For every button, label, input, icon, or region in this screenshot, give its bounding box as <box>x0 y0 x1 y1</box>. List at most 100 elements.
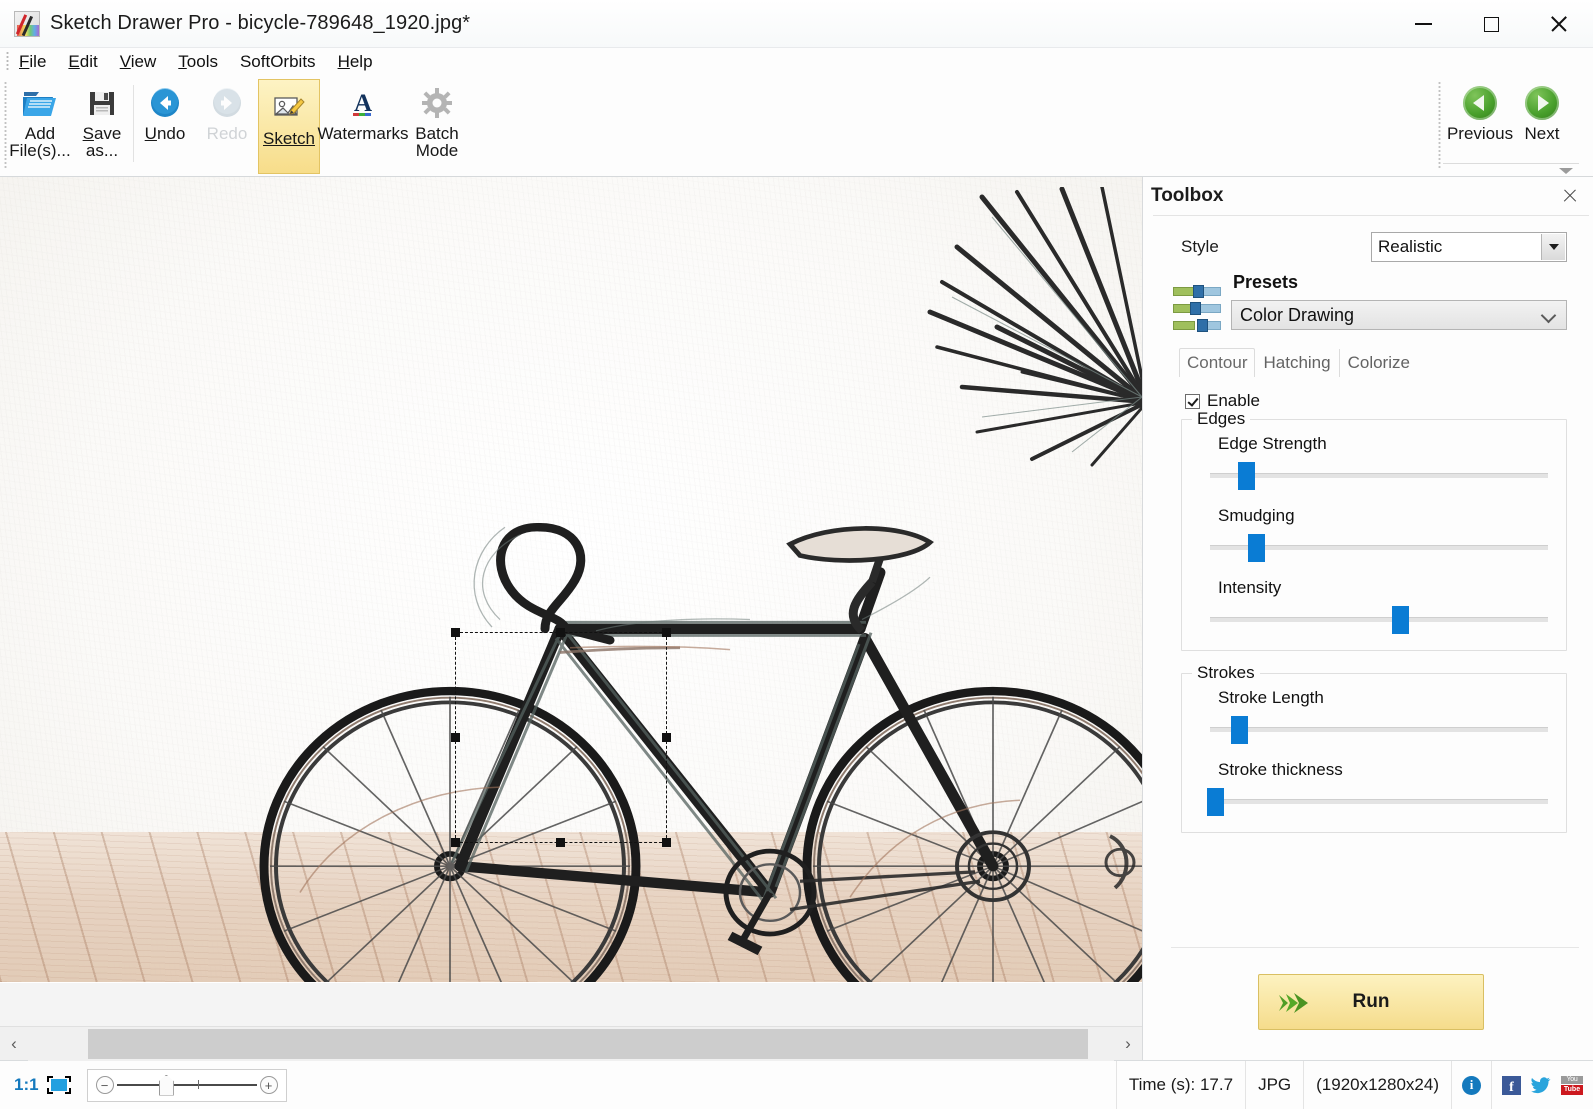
edge-strength-thumb[interactable] <box>1237 462 1255 490</box>
tab-colorize[interactable]: Colorize <box>1340 349 1418 377</box>
redo-label: Redo <box>206 124 248 143</box>
toolbar: Add File(s)... Save as... Undo Redo Sket… <box>0 75 1593 177</box>
status-info-cell: i <box>1452 1060 1492 1109</box>
canvas-area: ‹ › <box>0 177 1143 1061</box>
canvas-bottom-pad <box>0 982 1142 1026</box>
circle-arrow-left-icon <box>1463 85 1497 121</box>
presets-chevron-down-icon[interactable] <box>1540 307 1557 324</box>
info-icon[interactable]: i <box>1462 1075 1481 1095</box>
gear-icon <box>421 85 453 121</box>
zoom-slider-track[interactable] <box>116 1080 257 1090</box>
scrollbar-thumb[interactable] <box>88 1028 1088 1059</box>
chevron-down-icon[interactable] <box>1541 234 1565 260</box>
edge-strength-label: Edge Strength <box>1218 434 1327 453</box>
watermarks-button[interactable]: A Watermarks <box>317 75 409 176</box>
presets-row: Presets Color Drawing <box>1153 262 1589 336</box>
intensity-label: Intensity <box>1218 578 1282 597</box>
window-title: Sketch Drawer Pro - bicycle-789648_1920.… <box>50 12 471 34</box>
green-double-arrow-icon <box>1279 993 1308 1013</box>
floppy-disk-icon <box>87 85 117 121</box>
scroll-right-arrow-icon[interactable]: › <box>1114 1027 1142 1061</box>
enable-checkbox[interactable] <box>1185 393 1200 409</box>
run-button-label: Run <box>1352 991 1390 1012</box>
previous-label: Previous <box>1446 124 1514 143</box>
scrollbar-track[interactable] <box>28 1026 1114 1061</box>
presets-label: Presets <box>1233 272 1299 292</box>
intensity-thumb[interactable] <box>1391 606 1409 634</box>
sketch-label: Sketch <box>263 129 315 148</box>
undo-button[interactable]: Undo <box>134 75 196 176</box>
intensity-slider[interactable] <box>1208 602 1550 636</box>
slider-track[interactable] <box>1210 799 1548 804</box>
svg-text:A: A <box>354 90 372 117</box>
application-window: Sketch Drawer Pro - bicycle-789648_1920.… <box>0 0 1593 1109</box>
maximize-button[interactable] <box>1457 0 1525 48</box>
undo-arrow-icon <box>149 85 181 121</box>
edge-strength-slider[interactable] <box>1208 458 1550 492</box>
ribbon-expander-icon[interactable] <box>1559 168 1573 174</box>
letter-a-icon: A <box>348 85 378 121</box>
app-logo-icon <box>14 10 40 37</box>
smudging-slider[interactable] <box>1208 530 1550 564</box>
twitter-icon[interactable] <box>1531 1076 1551 1094</box>
menu-item-tools[interactable]: Tools <box>167 50 229 74</box>
style-dropdown-value: Realistic <box>1378 237 1443 256</box>
save-as-button[interactable]: Save as... <box>71 75 133 176</box>
stroke-length-thumb[interactable] <box>1230 716 1248 744</box>
slider-track[interactable] <box>1210 617 1548 622</box>
close-window-button[interactable] <box>1525 0 1593 48</box>
toolbox-close-icon[interactable] <box>1557 183 1583 209</box>
slider-track[interactable] <box>1210 727 1548 732</box>
minimize-button[interactable] <box>1389 0 1457 48</box>
presets-dropdown[interactable]: Color Drawing <box>1231 300 1567 330</box>
fit-to-screen-icon[interactable] <box>46 1076 71 1094</box>
batch-mode-button[interactable]: Batch Mode <box>406 75 468 176</box>
status-social-cell: f You Tube <box>1492 1061 1593 1109</box>
toolbar-grip <box>4 81 7 170</box>
sketch-button[interactable]: Sketch <box>258 79 320 174</box>
zoom-out-button[interactable]: − <box>95 1076 114 1094</box>
smudging-thumb[interactable] <box>1247 534 1265 562</box>
toolbox-panel: Toolbox Style Realistic Presets Color Dr… <box>1143 177 1593 1060</box>
menu-item-file[interactable]: File <box>8 50 57 74</box>
tab-contour[interactable]: Contour <box>1179 348 1256 377</box>
tab-hatching[interactable]: Hatching <box>1255 349 1340 377</box>
enable-row[interactable]: Enable <box>1153 377 1589 411</box>
status-spacer <box>287 1060 1117 1109</box>
open-folder-icon <box>22 85 58 121</box>
style-label: Style <box>1181 237 1219 256</box>
strokes-group: Strokes Stroke Length Stroke thickness <box>1181 663 1567 833</box>
toolbar-right-group: Previous Next <box>1434 75 1593 176</box>
run-button[interactable]: Run <box>1258 974 1484 1030</box>
zoom-slider-control[interactable]: − + <box>86 1068 287 1102</box>
facebook-icon[interactable]: f <box>1502 1075 1521 1095</box>
zoom-in-button[interactable]: + <box>259 1076 278 1094</box>
status-bar: 1:1 − + Time (s): 17.7 JPG (1920x1280x24… <box>0 1060 1593 1109</box>
toolbox-header: Toolbox <box>1143 177 1593 215</box>
navigation-group: Previous Next <box>1443 75 1579 176</box>
menu-item-help[interactable]: Help <box>327 50 384 74</box>
save-as-label: Save as... <box>82 124 122 161</box>
stroke-thickness-slider[interactable] <box>1206 784 1550 818</box>
next-button[interactable]: Next <box>1511 75 1573 176</box>
zoom-ratio-button[interactable]: 1:1 <box>0 1075 47 1095</box>
youtube-icon[interactable]: You Tube <box>1561 1075 1583 1095</box>
horizontal-scrollbar[interactable]: ‹ › <box>0 1026 1142 1061</box>
watermarks-label: Watermarks <box>317 124 409 143</box>
status-time: Time (s): 17.7 <box>1117 1060 1247 1109</box>
zoom-slider-knob[interactable] <box>158 1074 174 1096</box>
stroke-thickness-label: Stroke thickness <box>1218 760 1343 779</box>
menu-item-view[interactable]: View <box>109 50 168 74</box>
add-files-button[interactable]: Add File(s)... <box>9 75 71 176</box>
title-bar: Sketch Drawer Pro - bicycle-789648_1920.… <box>0 0 1593 48</box>
menu-item-softorbits[interactable]: SoftOrbits <box>229 50 327 74</box>
stroke-thickness-thumb[interactable] <box>1206 788 1224 816</box>
menu-item-edit[interactable]: Edit <box>57 50 108 74</box>
previous-button[interactable]: Previous <box>1446 75 1514 176</box>
style-dropdown[interactable]: Realistic <box>1371 232 1567 262</box>
image-canvas[interactable] <box>0 177 1142 982</box>
stroke-length-slider[interactable] <box>1208 712 1550 746</box>
slider-track[interactable] <box>1210 473 1548 478</box>
scroll-left-arrow-icon[interactable]: ‹ <box>0 1027 28 1061</box>
redo-button[interactable]: Redo <box>196 75 258 176</box>
